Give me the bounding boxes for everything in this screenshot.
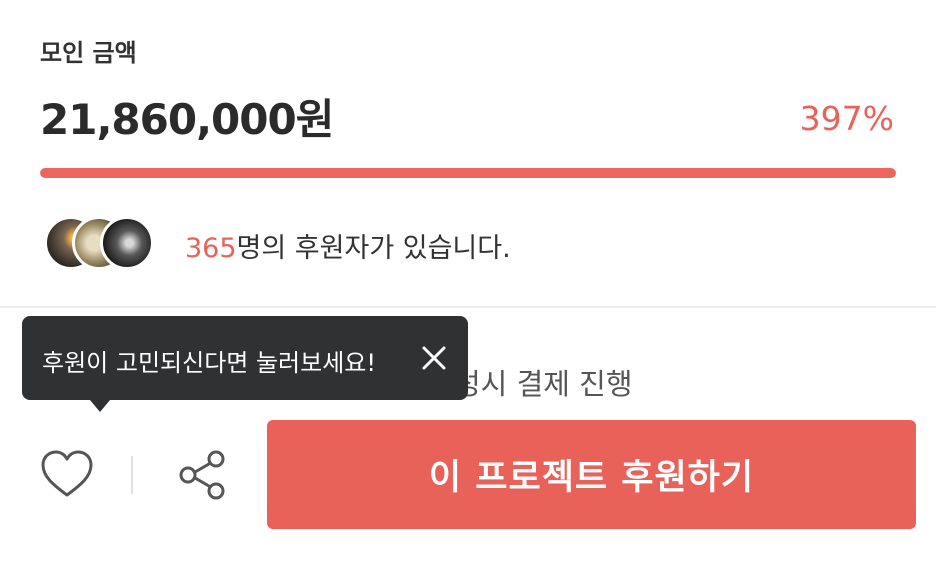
backers-summary: 365명의 후원자가 있습니다. (44, 214, 904, 270)
close-icon[interactable] (420, 344, 448, 372)
funding-amount-label: 모인 금액 (40, 39, 137, 67)
project-funding-panel: 모인 금액 21,860,000원 397% 365명의 후원자가 있습니다. … (0, 0, 936, 583)
heart-icon (41, 450, 93, 497)
tooltip-text: 후원이 고민되신다면 눌러보세요! (42, 349, 376, 377)
action-bar: 이 프로젝트 후원하기 (0, 418, 936, 530)
like-button[interactable] (40, 448, 94, 500)
share-button[interactable] (176, 448, 230, 502)
support-button-label: 이 프로젝트 후원하기 (428, 458, 755, 498)
avatar (100, 216, 154, 270)
divider (0, 306, 936, 308)
funding-amount-value: 21,860,000원 (40, 95, 334, 144)
support-tooltip: 후원이 고민되신다면 눌러보세요! (22, 316, 468, 412)
backers-count: 365 (185, 233, 237, 264)
backers-label: 명의 후원자가 있습니다. (236, 233, 511, 264)
funding-progress-bar (40, 168, 896, 178)
funding-progress-fill (40, 168, 896, 178)
action-separator (131, 456, 133, 494)
payment-notice: 성시 결제 진행 (454, 367, 633, 401)
tooltip-arrow (90, 400, 110, 412)
backer-avatars (44, 216, 156, 270)
funding-percent: 397% (799, 99, 894, 138)
share-icon (179, 450, 225, 500)
backers-text: 365명의 후원자가 있습니다. (185, 226, 511, 265)
support-project-button[interactable]: 이 프로젝트 후원하기 (267, 420, 916, 529)
